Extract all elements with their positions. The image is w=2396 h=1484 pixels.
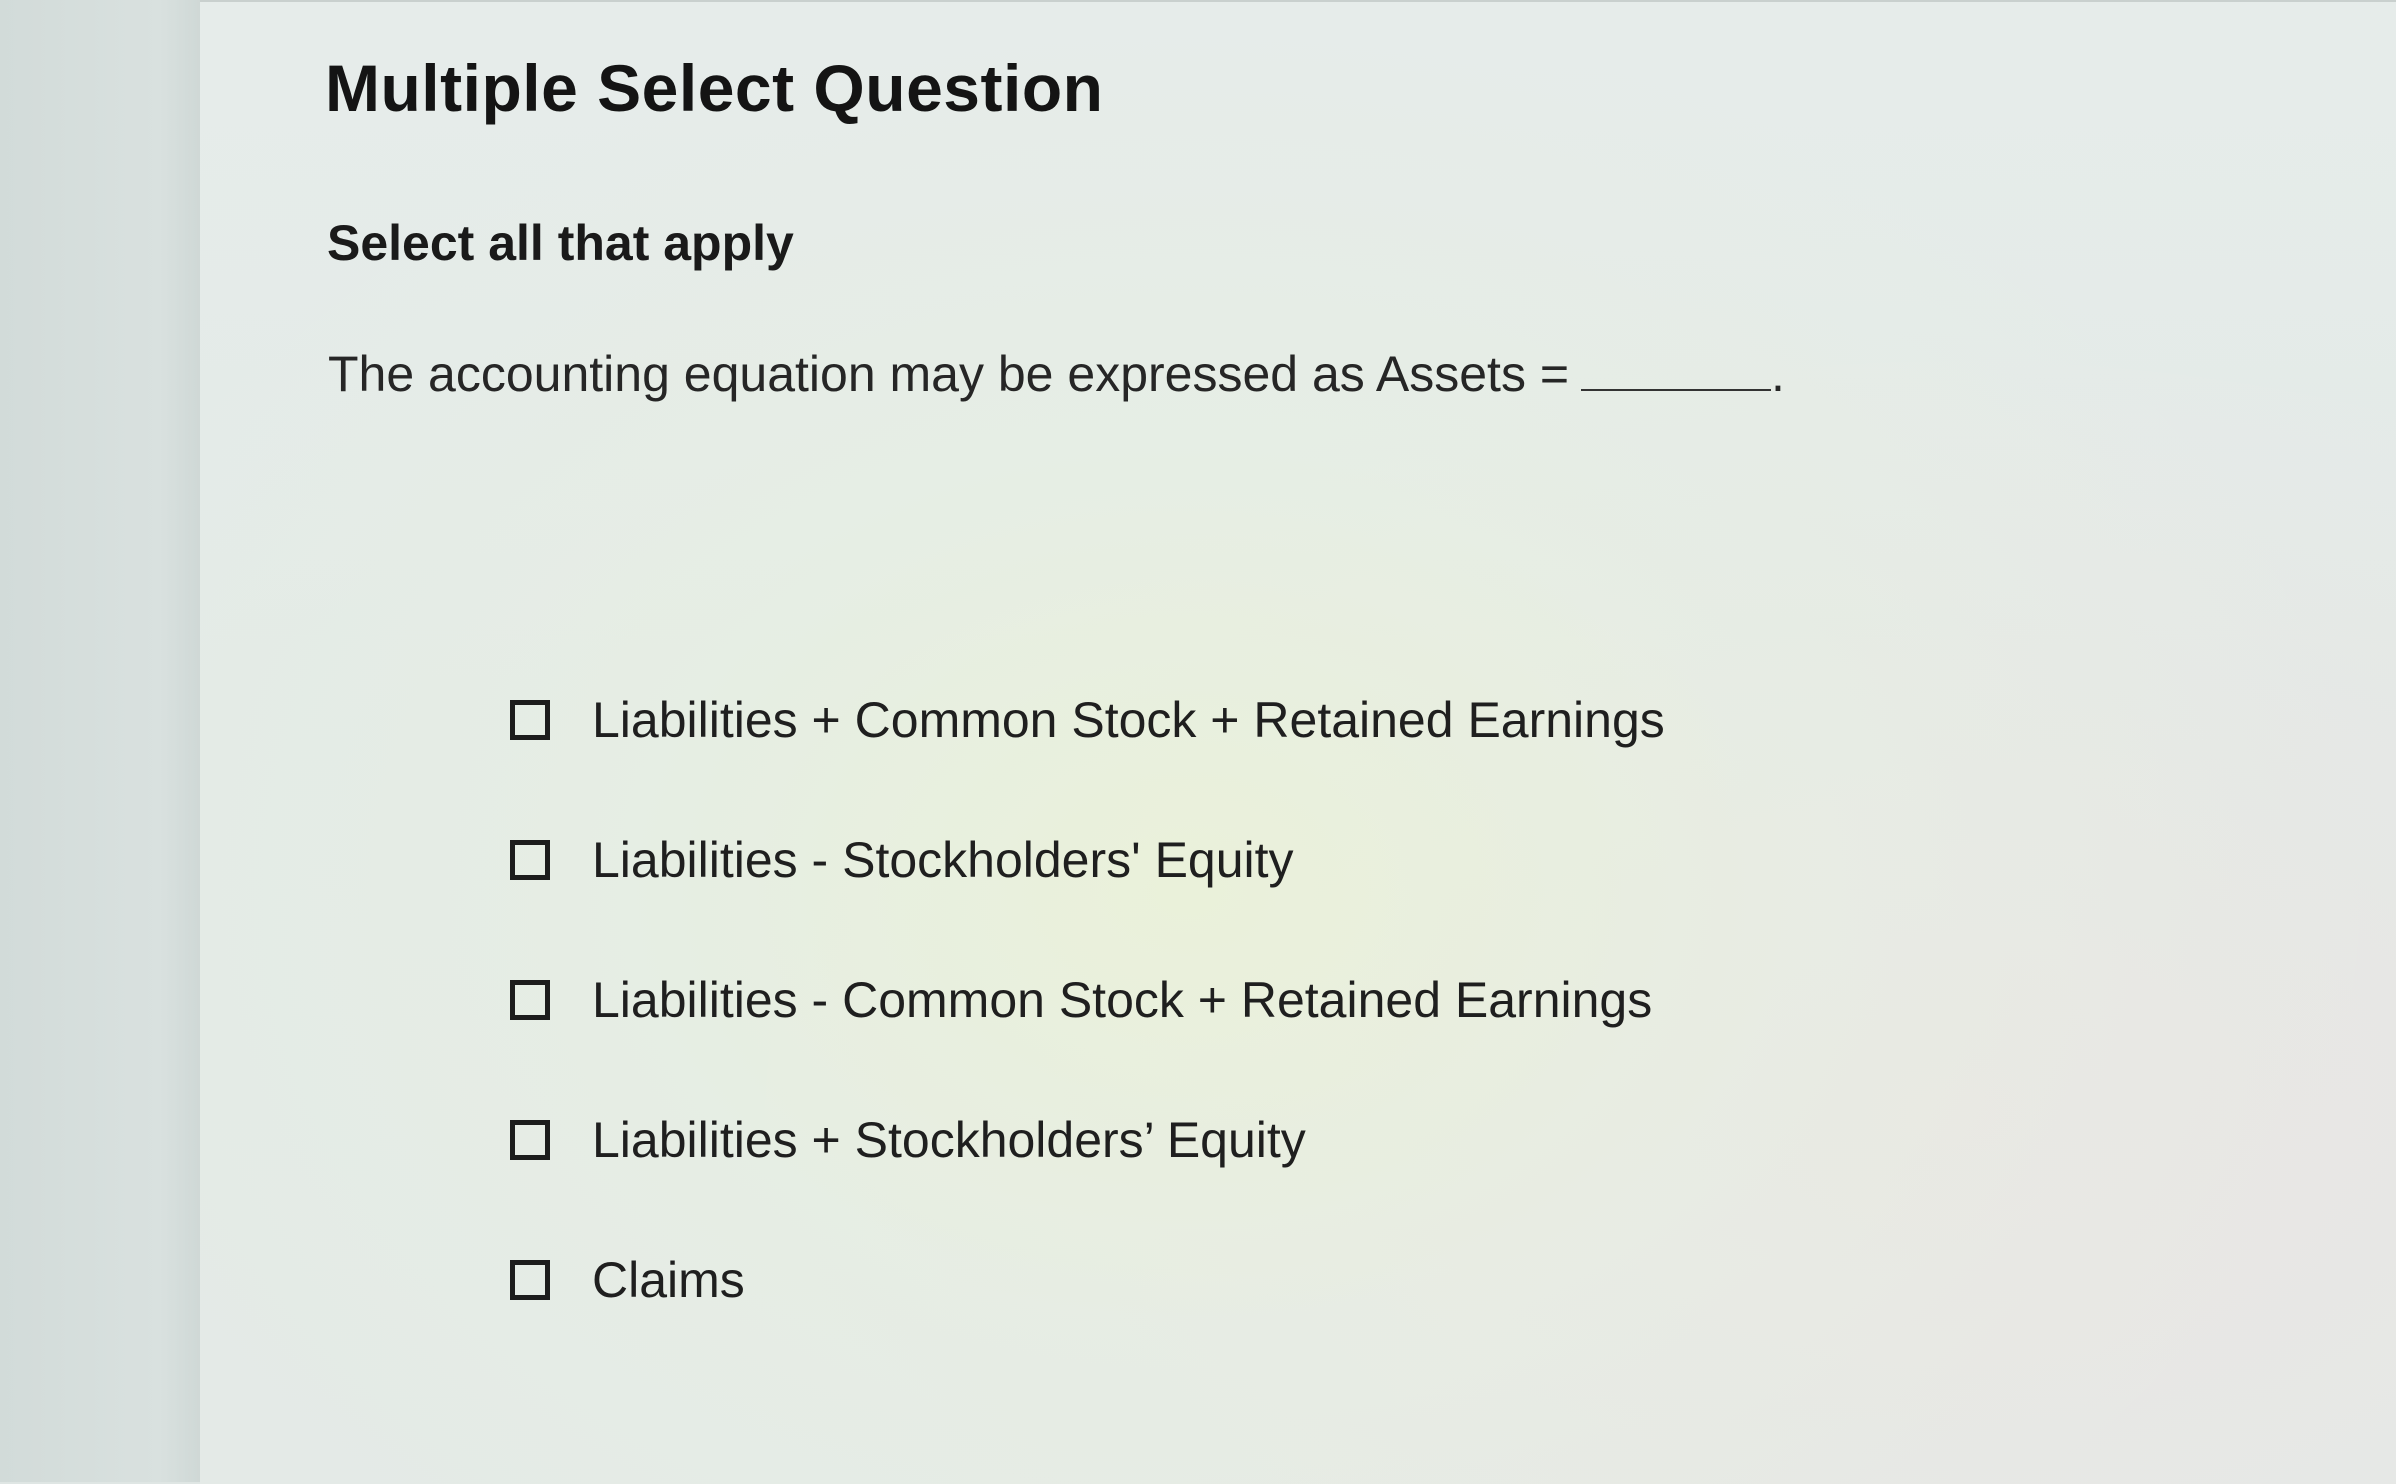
question-content: Multiple Select Question Select all that… — [325, 2, 2225, 1484]
checkbox[interactable] — [510, 840, 550, 880]
answer-option[interactable]: Claims — [510, 1252, 1665, 1308]
option-label: Liabilities - Stockholders' Equity — [592, 832, 1294, 888]
prompt-text: The accounting equation may be expressed… — [328, 346, 1570, 402]
option-label: Liabilities + Common Stock + Retained Ea… — [592, 692, 1665, 748]
question-type-heading: Multiple Select Question — [325, 51, 1104, 125]
checkbox[interactable] — [510, 1260, 550, 1300]
checkbox[interactable] — [510, 700, 550, 740]
answer-option[interactable]: Liabilities + Stockholders’ Equity — [510, 1112, 1665, 1168]
checkbox[interactable] — [510, 1120, 550, 1160]
question-prompt: The accounting equation may be expressed… — [328, 345, 1785, 403]
answer-option[interactable]: Liabilities + Common Stock + Retained Ea… — [510, 692, 1665, 748]
prompt-suffix: . — [1771, 346, 1785, 402]
option-label: Liabilities - Common Stock + Retained Ea… — [592, 972, 1653, 1028]
answer-option[interactable]: Liabilities - Stockholders' Equity — [510, 832, 1665, 888]
answer-option[interactable]: Liabilities - Common Stock + Retained Ea… — [510, 972, 1665, 1028]
answer-options: Liabilities + Common Stock + Retained Ea… — [510, 692, 1665, 1392]
answer-blank — [1581, 369, 1772, 391]
checkbox[interactable] — [510, 980, 550, 1020]
option-label: Claims — [592, 1252, 745, 1308]
question-panel: Multiple Select Question Select all that… — [200, 0, 2396, 1484]
instruction-text: Select all that apply — [327, 215, 794, 271]
left-margin — [0, 0, 200, 1482]
option-label: Liabilities + Stockholders’ Equity — [592, 1112, 1306, 1168]
